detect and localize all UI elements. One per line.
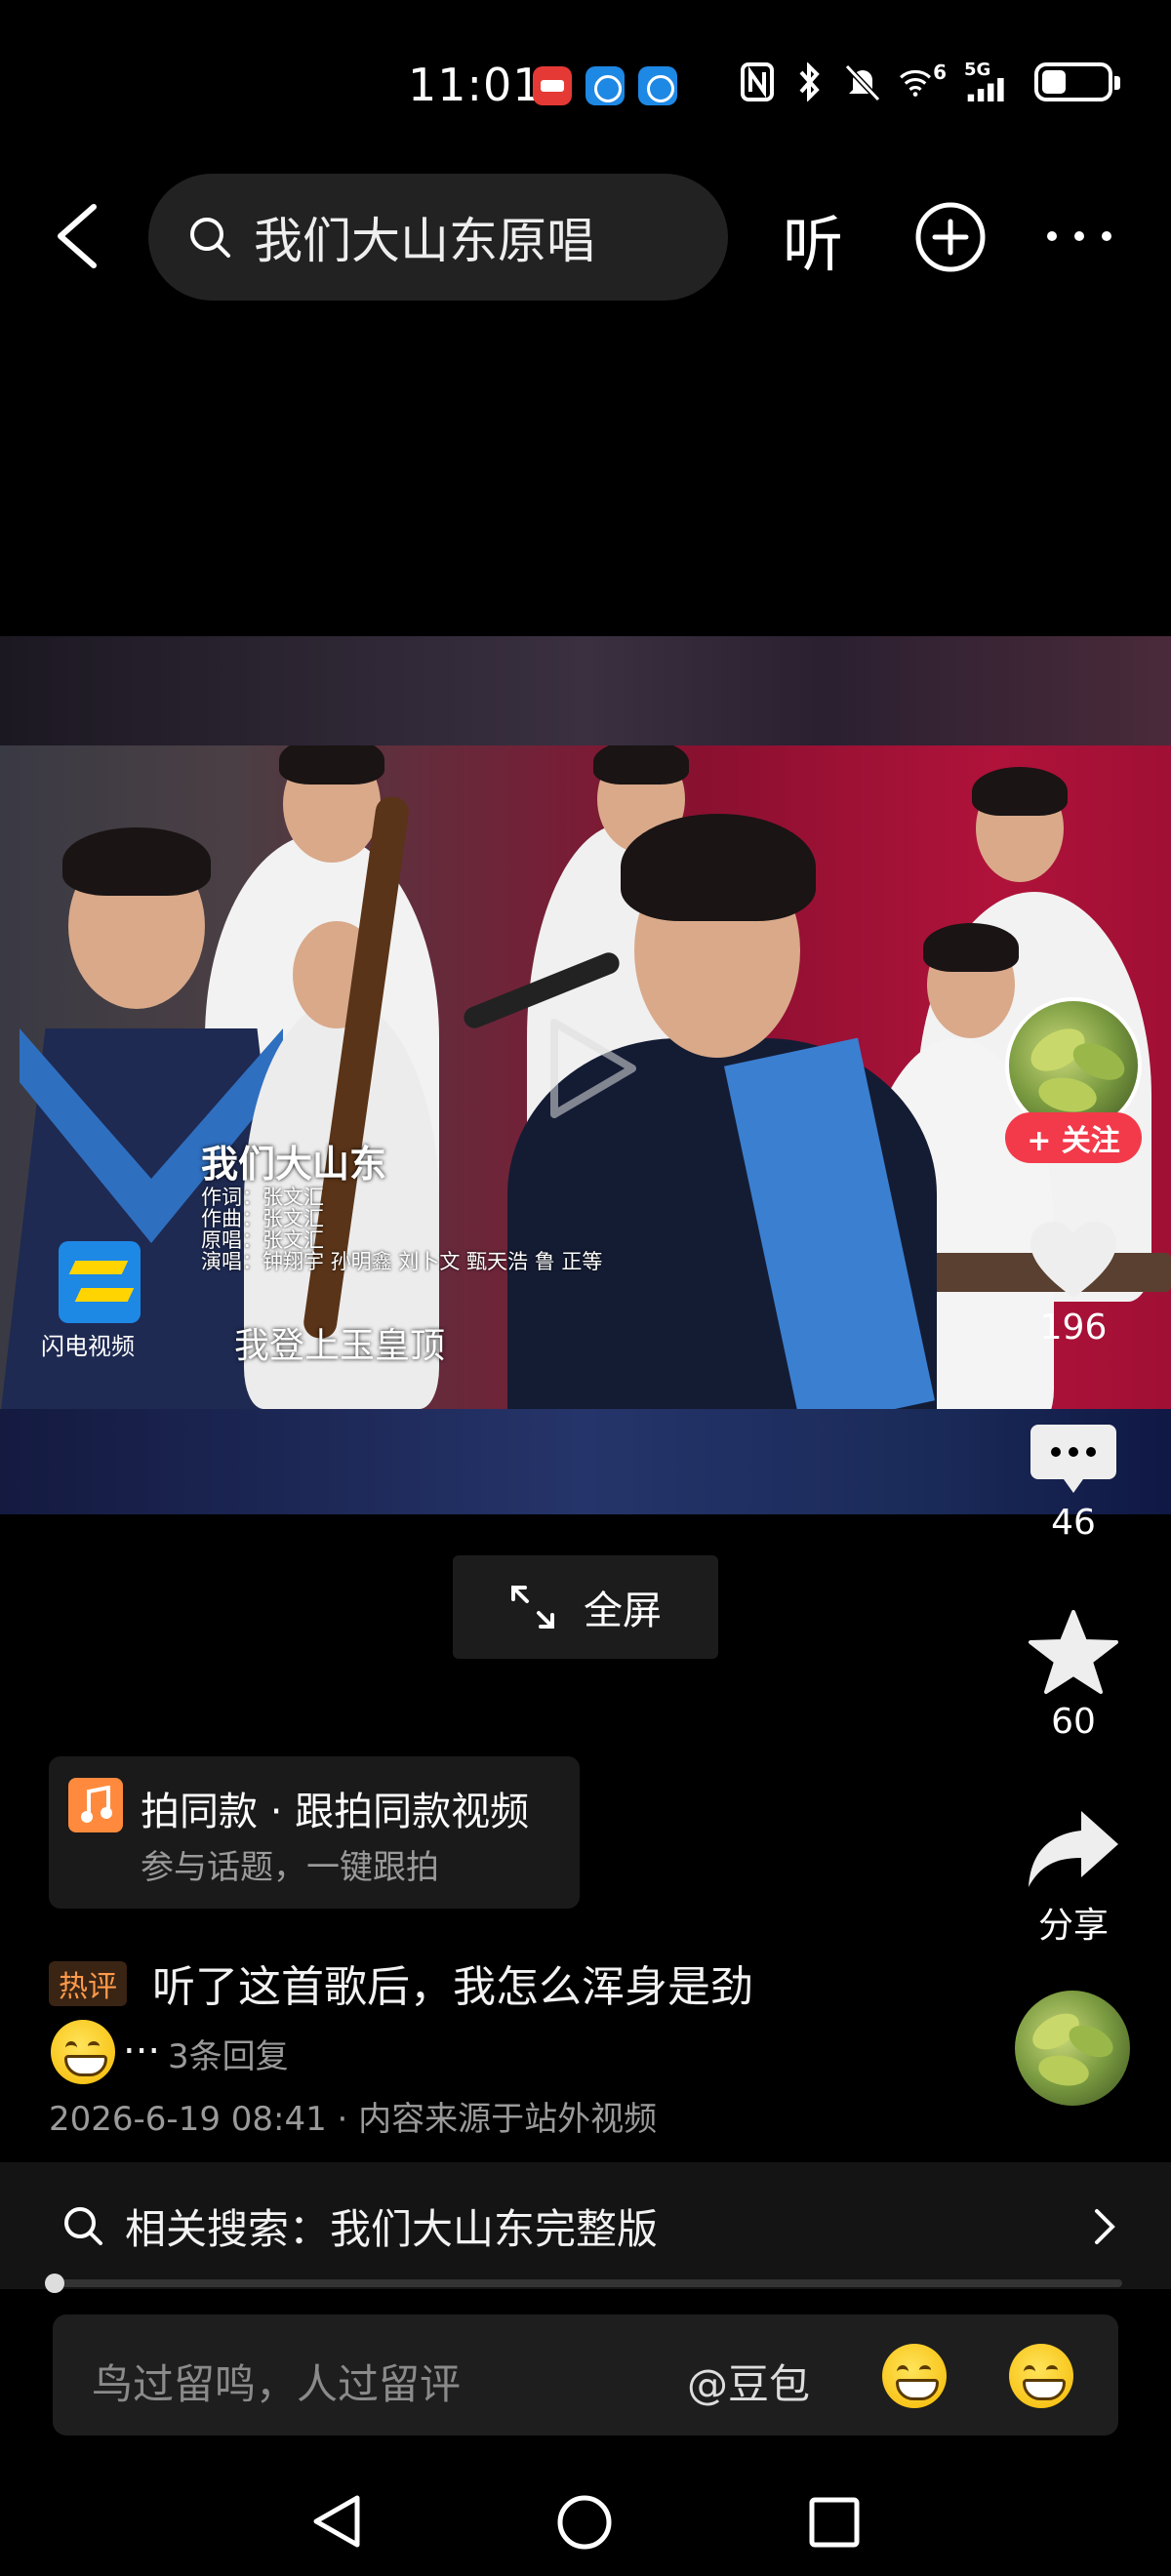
music-note-icon: [68, 1778, 123, 1832]
status-time: 11:01: [408, 59, 543, 111]
video-subtitle: 我登上玉皇顶: [234, 1326, 446, 1366]
video-progress-bar[interactable]: [45, 2274, 1122, 2293]
comment-placeholder: 鸟过留鸣，人过留评: [92, 2360, 462, 2408]
more-options-icon[interactable]: [1044, 221, 1114, 252]
like-count: 196: [1039, 1308, 1108, 1348]
like-button[interactable]: 196: [1015, 1220, 1132, 1348]
channel-logo: 闪电视频: [41, 1241, 168, 1378]
comment-icon: [1030, 1425, 1116, 1493]
share-button[interactable]: 分享: [1015, 1807, 1132, 1948]
listen-button[interactable]: 听: [783, 195, 843, 283]
left-graduate-hair: [62, 827, 211, 896]
same-style-title: 拍同款 · 跟拍同款视频: [141, 1790, 530, 1834]
fullscreen-button[interactable]: 全屏: [453, 1555, 718, 1659]
network-type: 5G: [964, 60, 991, 80]
reply-count-link[interactable]: 3条回复: [168, 2030, 289, 2077]
choir-member-hair: [279, 745, 384, 785]
comment-button[interactable]: 46: [1015, 1423, 1132, 1543]
video-blur-bottom: [0, 1409, 1171, 1514]
search-query: 我们大山东原唱: [254, 213, 595, 269]
add-circle-icon[interactable]: [913, 200, 988, 274]
back-arrow-icon[interactable]: [51, 203, 109, 269]
browser-notif-icon-2: [638, 66, 677, 105]
share-arrow-icon: [1029, 1811, 1118, 1887]
favorite-count: 60: [1051, 1702, 1096, 1742]
hot-comment-text[interactable]: 听了这首歌后，我怎么浑身是劲: [152, 1952, 753, 2014]
comment-count: 46: [1051, 1503, 1096, 1543]
browser-notif-icon: [586, 66, 625, 105]
related-search-bar[interactable]: 相关搜索：我们大山东完整版: [0, 2162, 1171, 2289]
video-song-title: 我们大山东: [201, 1143, 387, 1186]
nav-recents-icon[interactable]: [808, 2496, 861, 2549]
signal-icon: 5G: [964, 60, 1017, 101]
mute-icon: [845, 62, 880, 101]
wifi-badge: 6: [933, 60, 947, 84]
chevron-right-icon: [1095, 2209, 1115, 2244]
main-singer-hair: [621, 814, 816, 921]
commenter-avatar[interactable]: [1015, 1991, 1130, 2106]
status-bar: 11:01 6 5G: [0, 0, 1171, 166]
related-search-text: 相关搜索：我们大山东完整版: [125, 2204, 659, 2253]
battery-icon: [1034, 62, 1120, 101]
channel-logo-label: 闪电视频: [41, 1333, 135, 1360]
credit-line: 作曲：张文汇: [201, 1207, 324, 1230]
wifi-icon: 6: [898, 60, 947, 101]
credit-line: 作词：张文汇: [201, 1186, 324, 1209]
bluetooth-icon: [792, 62, 828, 101]
heart-icon: [1030, 1222, 1116, 1298]
nav-home-icon[interactable]: [556, 2494, 613, 2551]
search-icon: [190, 218, 230, 258]
comment-ellipsis: ...: [123, 2018, 161, 2063]
leaf-pattern-icon: [1032, 2013, 1113, 2086]
nav-back-icon[interactable]: [310, 2492, 363, 2551]
star-icon: [1029, 1610, 1118, 1694]
share-label: 分享: [1037, 1906, 1109, 1946]
fullscreen-label: 全屏: [584, 1589, 662, 1633]
follow-button[interactable]: + 关注: [1005, 1112, 1142, 1163]
choir-member-hair: [972, 767, 1068, 816]
laughing-emoji-icon[interactable]: [882, 2344, 947, 2408]
nfc-icon: [740, 62, 775, 101]
play-icon[interactable]: [543, 1015, 640, 1122]
grinning-emoji-icon[interactable]: [1009, 2344, 1073, 2408]
grinning-emoji-icon: [51, 2020, 115, 2084]
video-blur-top: [0, 636, 1171, 745]
same-style-card[interactable]: 拍同款 · 跟拍同款视频 参与话题，一键跟拍: [49, 1756, 580, 1909]
singer-right-hair: [923, 923, 1019, 972]
expand-icon: [511, 1586, 554, 1629]
credit-line: 原唱：张文汇: [201, 1228, 324, 1252]
favorite-button[interactable]: 60: [1015, 1608, 1132, 1742]
choir-member-hair: [593, 745, 689, 785]
battery-level: [1042, 70, 1067, 94]
system-nav-bar: [0, 2459, 1171, 2576]
post-meta: 2026-6-19 08:41 · 内容来源于站外视频: [49, 2100, 658, 2139]
same-style-subtitle: 参与话题，一键跟拍: [141, 1848, 439, 1887]
hot-comment-badge: 热评: [49, 1961, 127, 2006]
search-icon: [64, 2207, 102, 2245]
lightning-logo-icon: [59, 1241, 141, 1323]
system-icons: 6 5G: [740, 60, 1120, 101]
credit-line: 演唱：钟翔宇 孙明鑫 刘卜文 甄天浩 鲁 正等: [201, 1250, 603, 1273]
xiaohongshu-notif-icon: [533, 66, 572, 105]
video-credits: 作词：张文汇 作曲：张文汇 原唱：张文汇 演唱：钟翔宇 孙明鑫 刘卜文 甄天浩 …: [201, 1187, 602, 1272]
search-input[interactable]: 我们大山东原唱: [148, 174, 728, 301]
progress-handle[interactable]: [45, 2274, 64, 2293]
comment-input[interactable]: 鸟过留鸣，人过留评 @豆包: [53, 2314, 1118, 2435]
mention-doubao-button[interactable]: @豆包: [687, 2352, 810, 2411]
